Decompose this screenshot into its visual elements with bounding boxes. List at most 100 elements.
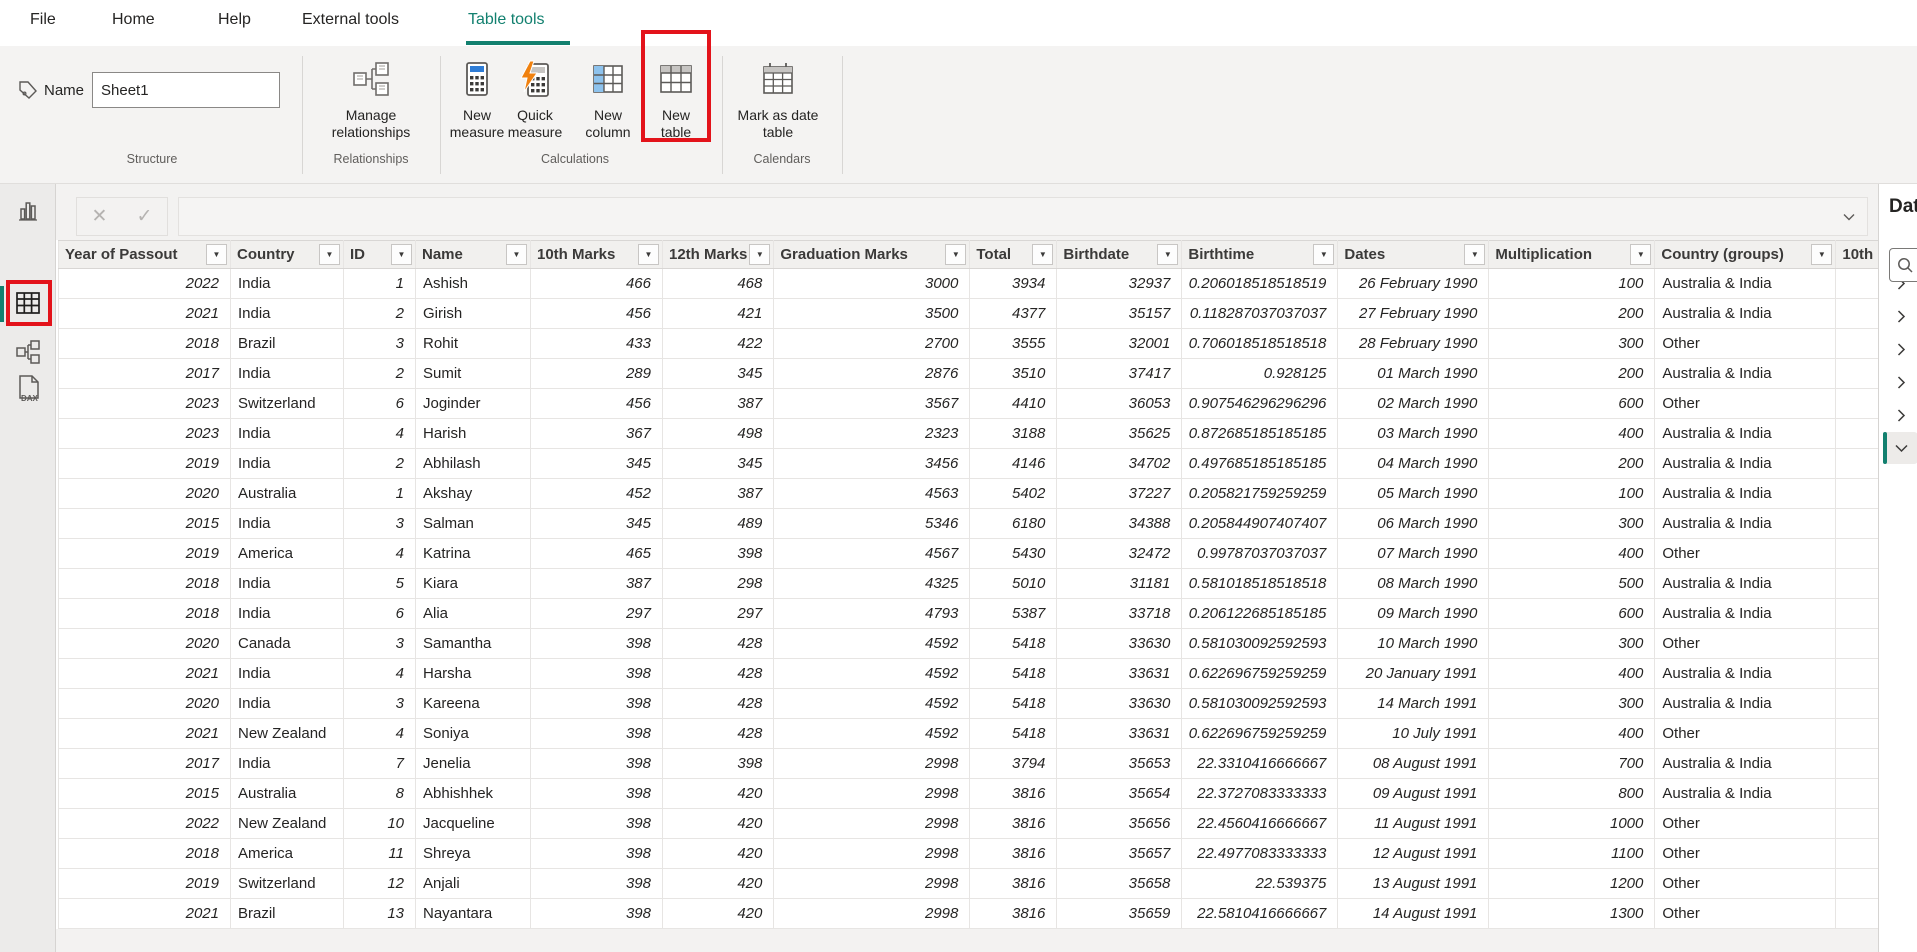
field-list-table-selected[interactable]: [1883, 432, 1917, 464]
cell-birthtime: 0.581030092592593: [1182, 629, 1338, 659]
cell-country: Australia: [231, 779, 344, 809]
filter-dropdown-icon[interactable]: ▼: [945, 244, 966, 265]
column-header-name[interactable]: Name▼: [416, 241, 531, 269]
filter-dropdown-icon[interactable]: ▼: [319, 244, 340, 265]
cell-12th-marks: 387: [663, 479, 774, 509]
filter-dropdown-icon[interactable]: ▼: [1032, 244, 1053, 265]
selected-table-indicator: [1883, 432, 1887, 464]
cell-country-groups-: Australia & India: [1655, 359, 1836, 389]
column-header-label: Multiplication: [1495, 246, 1592, 263]
cell-country-groups-: Australia & India: [1655, 509, 1836, 539]
cell-id: 5: [344, 569, 416, 599]
column-header-year-of-passout[interactable]: Year of Passout▼: [59, 241, 231, 269]
cell-graduation-marks: 4592: [774, 659, 970, 689]
field-list-table[interactable]: [1893, 333, 1917, 365]
table-row: 2018India6Alia29729747935387337180.20612…: [59, 599, 1900, 629]
cell-country-groups-: Other: [1655, 839, 1836, 869]
cell-country: New Zealand: [231, 719, 344, 749]
filter-dropdown-icon[interactable]: ▼: [206, 244, 227, 265]
cancel-x-icon[interactable]: ✕: [92, 207, 108, 226]
cell-graduation-marks: 4793: [774, 599, 970, 629]
cell-total: 3816: [970, 809, 1057, 839]
cell-year-of-passout: 2018: [59, 839, 231, 869]
formula-expand-chevron-icon[interactable]: [1841, 209, 1857, 225]
column-header-country[interactable]: Country▼: [231, 241, 344, 269]
cell-year-of-passout: 2023: [59, 389, 231, 419]
tab-help[interactable]: Help: [218, 11, 251, 29]
cell-year-of-passout: 2015: [59, 779, 231, 809]
column-header-label: Birthtime: [1188, 246, 1254, 263]
field-list-table[interactable]: [1893, 399, 1917, 431]
filter-dropdown-icon[interactable]: ▼: [1811, 244, 1832, 265]
column-header-label: Total: [976, 246, 1011, 263]
cell-birthtime: 0.99787037037037: [1182, 539, 1338, 569]
column-header-10th-marks[interactable]: 10th Marks ▼: [531, 241, 663, 269]
table-name-input[interactable]: [92, 72, 280, 108]
filter-dropdown-icon[interactable]: ▼: [1157, 244, 1178, 265]
cell-10th-marks: 433: [531, 329, 663, 359]
dax-query-view-button[interactable]: DAX: [15, 374, 41, 404]
column-header-birthtime[interactable]: Birthtime ▼: [1182, 241, 1338, 269]
column-header-id[interactable]: ID▼: [344, 241, 416, 269]
tab-external-tools[interactable]: External tools: [302, 11, 399, 29]
filter-dropdown-icon[interactable]: ▼: [391, 244, 412, 265]
chevron-right-icon[interactable]: [1893, 341, 1909, 357]
filter-dropdown-icon[interactable]: ▼: [1630, 244, 1651, 265]
chevron-down-icon[interactable]: [1893, 440, 1909, 456]
cell-country-groups-: Other: [1655, 629, 1836, 659]
commit-check-icon[interactable]: ✓: [137, 207, 153, 226]
field-list-table[interactable]: [1893, 366, 1917, 398]
model-view-button[interactable]: [15, 339, 41, 365]
formula-input[interactable]: [178, 197, 1868, 236]
cell-total: 3510: [970, 359, 1057, 389]
table-row: 2021India4Harsha39842845925418336310.622…: [59, 659, 1900, 689]
tag-icon: [18, 80, 38, 100]
column-header-label: 10th Marks: [537, 246, 615, 263]
cell-total: 5402: [970, 479, 1057, 509]
column-header-dates[interactable]: Dates▼: [1338, 241, 1489, 269]
cell-10th-marks: 398: [531, 719, 663, 749]
tab-home[interactable]: Home: [112, 11, 155, 29]
cell-multiplication: 200: [1489, 299, 1655, 329]
data-pane-search-input[interactable]: [1889, 248, 1917, 282]
column-header-total[interactable]: Total ▼: [970, 241, 1057, 269]
field-list-table[interactable]: [1893, 300, 1917, 332]
tab-table-tools[interactable]: Table tools: [468, 11, 545, 29]
report-view-button[interactable]: [15, 198, 41, 224]
cell-total: 5418: [970, 629, 1057, 659]
filter-dropdown-icon[interactable]: ▼: [1464, 244, 1485, 265]
cell-12th-marks: 468: [663, 269, 774, 299]
filter-dropdown-icon[interactable]: ▼: [638, 244, 659, 265]
manage-relationships-button[interactable]: Managerelationships: [316, 54, 426, 141]
cell-country: India: [231, 299, 344, 329]
cell-name: Alia: [416, 599, 531, 629]
chevron-right-icon[interactable]: [1893, 308, 1909, 324]
cell-dates: 09 August 1991: [1338, 779, 1489, 809]
cell-country-groups-: Australia & India: [1655, 479, 1836, 509]
report-view-icon: [16, 199, 40, 223]
column-header-country-groups-[interactable]: Country (groups)▼: [1655, 241, 1836, 269]
cell-id: 3: [344, 509, 416, 539]
chevron-right-icon[interactable]: [1893, 407, 1909, 423]
mark-as-date-table-button[interactable]: Mark as datetable: [723, 54, 833, 141]
filter-dropdown-icon[interactable]: ▼: [506, 244, 527, 265]
column-header-graduation-marks[interactable]: Graduation Marks▼: [774, 241, 970, 269]
cell-12th-marks: 420: [663, 779, 774, 809]
filter-dropdown-icon[interactable]: ▼: [749, 244, 770, 265]
cell-name: Samantha: [416, 629, 531, 659]
cell-multiplication: 800: [1489, 779, 1655, 809]
dax-query-icon: DAX: [14, 374, 42, 404]
tab-file[interactable]: File: [30, 11, 56, 29]
cell-country: India: [231, 689, 344, 719]
svg-text:DAX: DAX: [21, 394, 39, 403]
chevron-right-icon[interactable]: [1893, 374, 1909, 390]
column-header-12th-marks[interactable]: 12th Marks▼: [663, 241, 774, 269]
cell-12th-marks: 398: [663, 539, 774, 569]
cell-dates: 13 August 1991: [1338, 869, 1489, 899]
column-header-multiplication[interactable]: Multiplication ▼: [1489, 241, 1655, 269]
cell-graduation-marks: 2998: [774, 749, 970, 779]
filter-dropdown-icon[interactable]: ▼: [1313, 244, 1334, 265]
cell-10th-marks: 456: [531, 299, 663, 329]
column-header-birthdate[interactable]: Birthdate▼: [1057, 241, 1182, 269]
cell-birthdate: 31181: [1057, 569, 1182, 599]
